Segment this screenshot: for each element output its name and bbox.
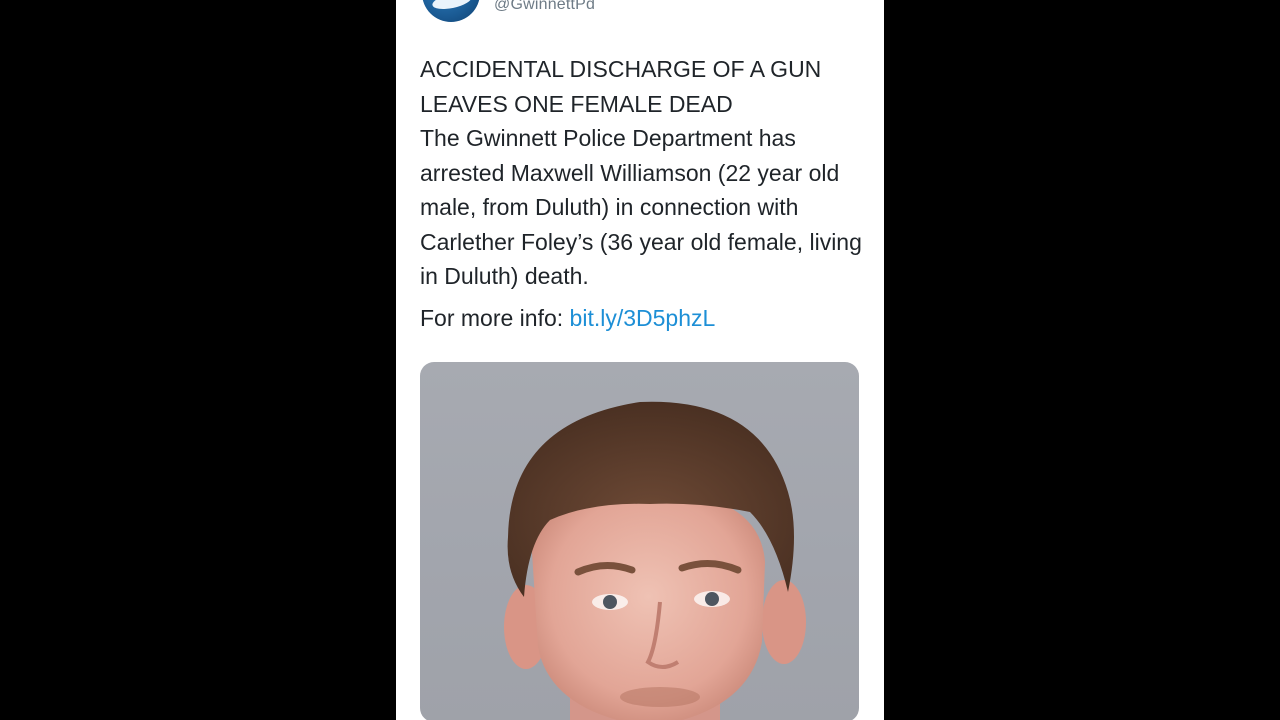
more-info-label: For more info:	[420, 305, 570, 331]
headline-line-1: ACCIDENTAL DISCHARGE OF A GUN	[420, 56, 822, 82]
headline-line-2: LEAVES ONE FEMALE DEAD	[420, 90, 733, 117]
tweet-text: ACCIDENTAL DISCHARGE OF A GUN LEAVES ONE…	[420, 52, 870, 294]
tweet-card: @GwinnettPd ACCIDENTAL DISCHARGE OF A GU…	[396, 0, 884, 720]
tweet-handle[interactable]: @GwinnettPd	[494, 0, 595, 14]
mugshot-photo-icon	[504, 401, 806, 720]
tweet-link[interactable]: bit.ly/3D5phzL	[570, 305, 716, 331]
police-logo-icon	[430, 0, 474, 13]
more-info-line: For more info: bit.ly/3D5phzL	[420, 301, 715, 335]
video-frame: @GwinnettPd ACCIDENTAL DISCHARGE OF A GU…	[0, 0, 1280, 720]
tweet-media-photo[interactable]	[420, 362, 859, 720]
profile-avatar[interactable]	[422, 0, 480, 22]
tweet-body: The Gwinnett Police Department has arres…	[420, 125, 862, 289]
